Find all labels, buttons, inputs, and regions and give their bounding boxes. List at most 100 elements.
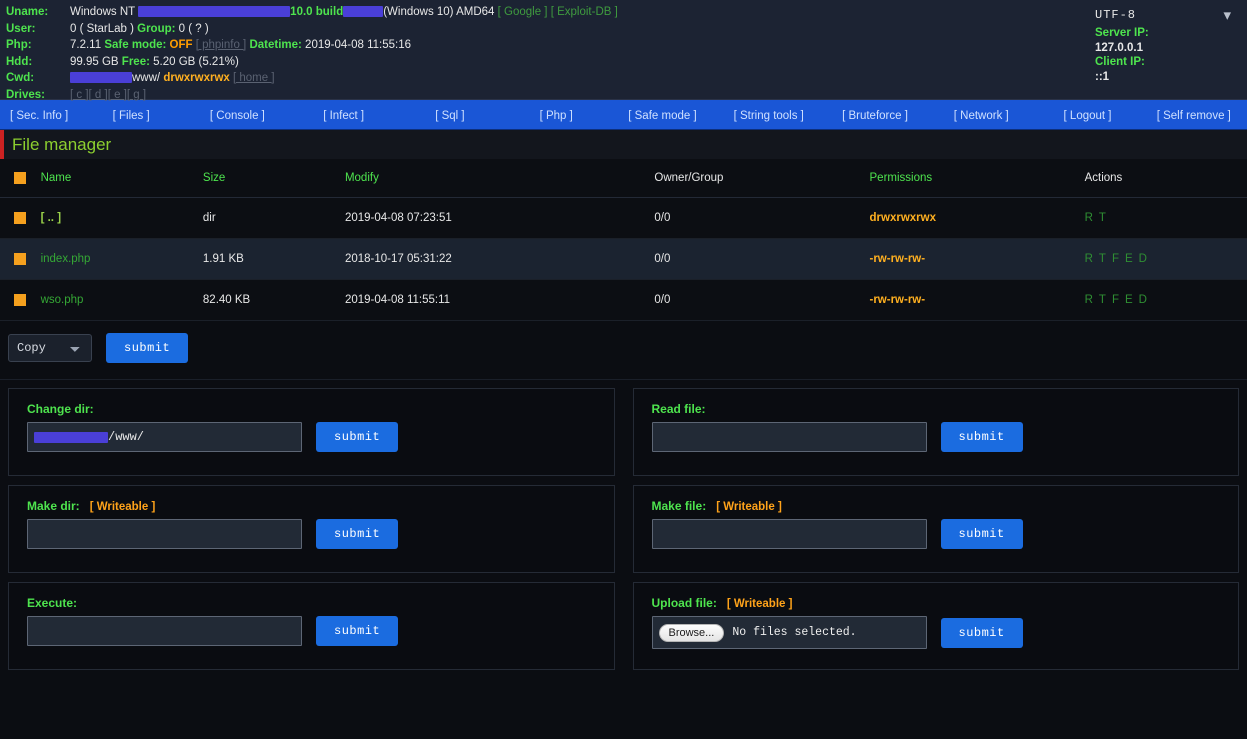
col-header-name: Name	[41, 159, 203, 198]
sort-permissions-link[interactable]: Permissions	[870, 172, 933, 184]
ip-info: Server IP: 127.0.0.1 Client IP: ::1	[1089, 26, 1239, 84]
nav-item-sec-info[interactable]: [ Sec. Info ]	[8, 110, 70, 122]
nav-item-logout[interactable]: [ Logout ]	[1062, 110, 1114, 122]
writeable-badge: [ Writeable ]	[716, 501, 782, 513]
drive-link-d[interactable]: [ d ]	[89, 89, 108, 101]
col-header-permissions: Permissions	[870, 159, 1085, 198]
action-touch[interactable]: T	[1099, 294, 1106, 306]
bulk-action-select[interactable]: Copy	[8, 334, 92, 362]
nav-cell: [ Console ]	[184, 106, 290, 124]
execute-submit-button[interactable]: submit	[316, 616, 398, 646]
cwd-value: www/ drwxrwxrwx [ home ]	[70, 70, 618, 87]
read-file-submit-button[interactable]: submit	[941, 422, 1023, 452]
chevron-down-icon[interactable]: ▾	[1223, 6, 1235, 24]
nav-item-safe-mode[interactable]: [ Safe mode ]	[626, 110, 698, 122]
table-row[interactable]: wso.php 82.40 KB 2019-04-08 11:55:11 0/0…	[0, 280, 1247, 321]
upload-file-input[interactable]: Browse... No files selected.	[652, 616, 927, 649]
nav-item-console[interactable]: [ Console ]	[208, 110, 267, 122]
nav-cell: [ Self remove ]	[1141, 106, 1247, 124]
drives-value: [ c ][ d ][ e ][ g ]	[70, 87, 618, 104]
action-edit[interactable]: E	[1125, 294, 1133, 306]
bulk-action-bar: Copy submit	[0, 321, 1247, 380]
read-file-row: submit	[652, 422, 1221, 452]
file-link[interactable]: index.php	[41, 253, 91, 265]
permissions-value[interactable]: -rw-rw-rw-	[870, 253, 926, 265]
row-modify-cell: 2018-10-17 05:31:22	[345, 239, 654, 280]
action-download[interactable]: D	[1139, 294, 1147, 306]
make-dir-submit-button[interactable]: submit	[316, 519, 398, 549]
upload-file-submit-button[interactable]: submit	[941, 618, 1023, 648]
row-size-cell: 82.40 KB	[203, 280, 345, 321]
row-owner-cell: 0/0	[654, 198, 869, 239]
php-version: 7.2.11	[70, 39, 104, 51]
uname-value: Windows NT 10.0 build (Windows 10) AMD64…	[70, 4, 618, 21]
row-permissions-cell: -rw-rw-rw-	[870, 280, 1085, 321]
nav-cell: [ String tools ]	[716, 106, 822, 124]
home-link[interactable]: [ home ]	[233, 72, 275, 84]
nav-item-self-remove[interactable]: [ Self remove ]	[1155, 110, 1233, 122]
nav-item-infect[interactable]: [ Infect ]	[321, 110, 366, 122]
sort-name-link[interactable]: Name	[41, 172, 72, 184]
table-row[interactable]: [ .. ] dir 2019-04-08 07:23:51 0/0 drwxr…	[0, 198, 1247, 239]
nav-item-files[interactable]: [ Files ]	[111, 110, 152, 122]
select-all-checkbox[interactable]	[14, 172, 26, 184]
panel-change-dir: Change dir: /www/ submit	[8, 388, 615, 476]
browse-button[interactable]: Browse...	[659, 624, 725, 642]
make-dir-label: Make dir:[ Writeable ]	[27, 499, 596, 513]
sort-size-link[interactable]: Size	[203, 172, 225, 184]
panel-execute: Execute: submit	[8, 582, 615, 670]
action-rename[interactable]: R	[1085, 212, 1093, 224]
nav-cell: [ Logout ]	[1034, 106, 1140, 124]
action-frame[interactable]: F	[1112, 253, 1119, 265]
make-file-input[interactable]	[652, 519, 927, 549]
uname-build: 10.0 build	[290, 6, 343, 18]
file-link[interactable]: [ .. ]	[41, 212, 61, 224]
row-select-cell	[0, 198, 41, 239]
change-dir-submit-button[interactable]: submit	[316, 422, 398, 452]
action-touch[interactable]: T	[1099, 253, 1106, 265]
main-navigation: [ Sec. Info ] [ Files ] [ Console ] [ In…	[0, 100, 1247, 130]
file-link[interactable]: wso.php	[41, 294, 84, 306]
bulk-action-submit-button[interactable]: submit	[106, 333, 188, 363]
permissions-value[interactable]: -rw-rw-rw-	[870, 294, 926, 306]
action-edit[interactable]: E	[1125, 253, 1133, 265]
action-frame[interactable]: F	[1112, 294, 1119, 306]
row-name-cell: [ .. ]	[41, 198, 203, 239]
make-file-submit-button[interactable]: submit	[941, 519, 1023, 549]
action-rename[interactable]: R	[1085, 253, 1093, 265]
make-dir-input[interactable]	[27, 519, 302, 549]
action-touch[interactable]: T	[1099, 212, 1106, 224]
info-row-hdd: Hdd: 99.95 GB Free: 5.20 GB (5.21%)	[6, 54, 618, 71]
user-id: 0 ( StarLab )	[70, 23, 137, 35]
execute-input[interactable]	[27, 616, 302, 646]
row-modify-cell: 2019-04-08 11:55:11	[345, 280, 654, 321]
writeable-badge: [ Writeable ]	[727, 598, 793, 610]
permissions-value[interactable]: drwxrwxrwx	[870, 212, 936, 224]
drive-link-c[interactable]: [ c ]	[70, 89, 89, 101]
nav-item-sql[interactable]: [ Sql ]	[433, 110, 466, 122]
upload-file-label: Upload file: [ Writeable ]	[652, 596, 1221, 610]
phpinfo-link[interactable]: [ phpinfo ]	[196, 39, 247, 51]
exploit-db-link[interactable]: [ Exploit-DB ]	[551, 6, 618, 18]
action-rename[interactable]: R	[1085, 294, 1093, 306]
google-link[interactable]: [ Google ]	[498, 6, 548, 18]
action-download[interactable]: D	[1139, 253, 1147, 265]
row-checkbox[interactable]	[14, 253, 26, 265]
drive-link-g[interactable]: [ g ]	[127, 89, 146, 101]
nav-item-string-tools[interactable]: [ String tools ]	[732, 110, 806, 122]
table-row[interactable]: index.php 1.91 KB 2018-10-17 05:31:22 0/…	[0, 239, 1247, 280]
nav-item-bruteforce[interactable]: [ Bruteforce ]	[840, 110, 910, 122]
read-file-input[interactable]	[652, 422, 927, 452]
upload-file-text: Upload file:	[652, 596, 717, 610]
charset-select[interactable]: UTF-8	[1089, 6, 1143, 24]
file-table-head: Name Size Modify Owner/Group Permissions…	[0, 159, 1247, 198]
row-checkbox[interactable]	[14, 294, 26, 306]
datetime-label: Datetime:	[249, 39, 301, 51]
nav-item-php[interactable]: [ Php ]	[538, 110, 575, 122]
change-dir-input[interactable]: /www/	[27, 422, 302, 452]
sort-modify-link[interactable]: Modify	[345, 172, 379, 184]
info-row-drives: Drives: [ c ][ d ][ e ][ g ]	[6, 87, 618, 104]
row-checkbox[interactable]	[14, 212, 26, 224]
drive-link-e[interactable]: [ e ]	[108, 89, 127, 101]
nav-item-network[interactable]: [ Network ]	[952, 110, 1011, 122]
